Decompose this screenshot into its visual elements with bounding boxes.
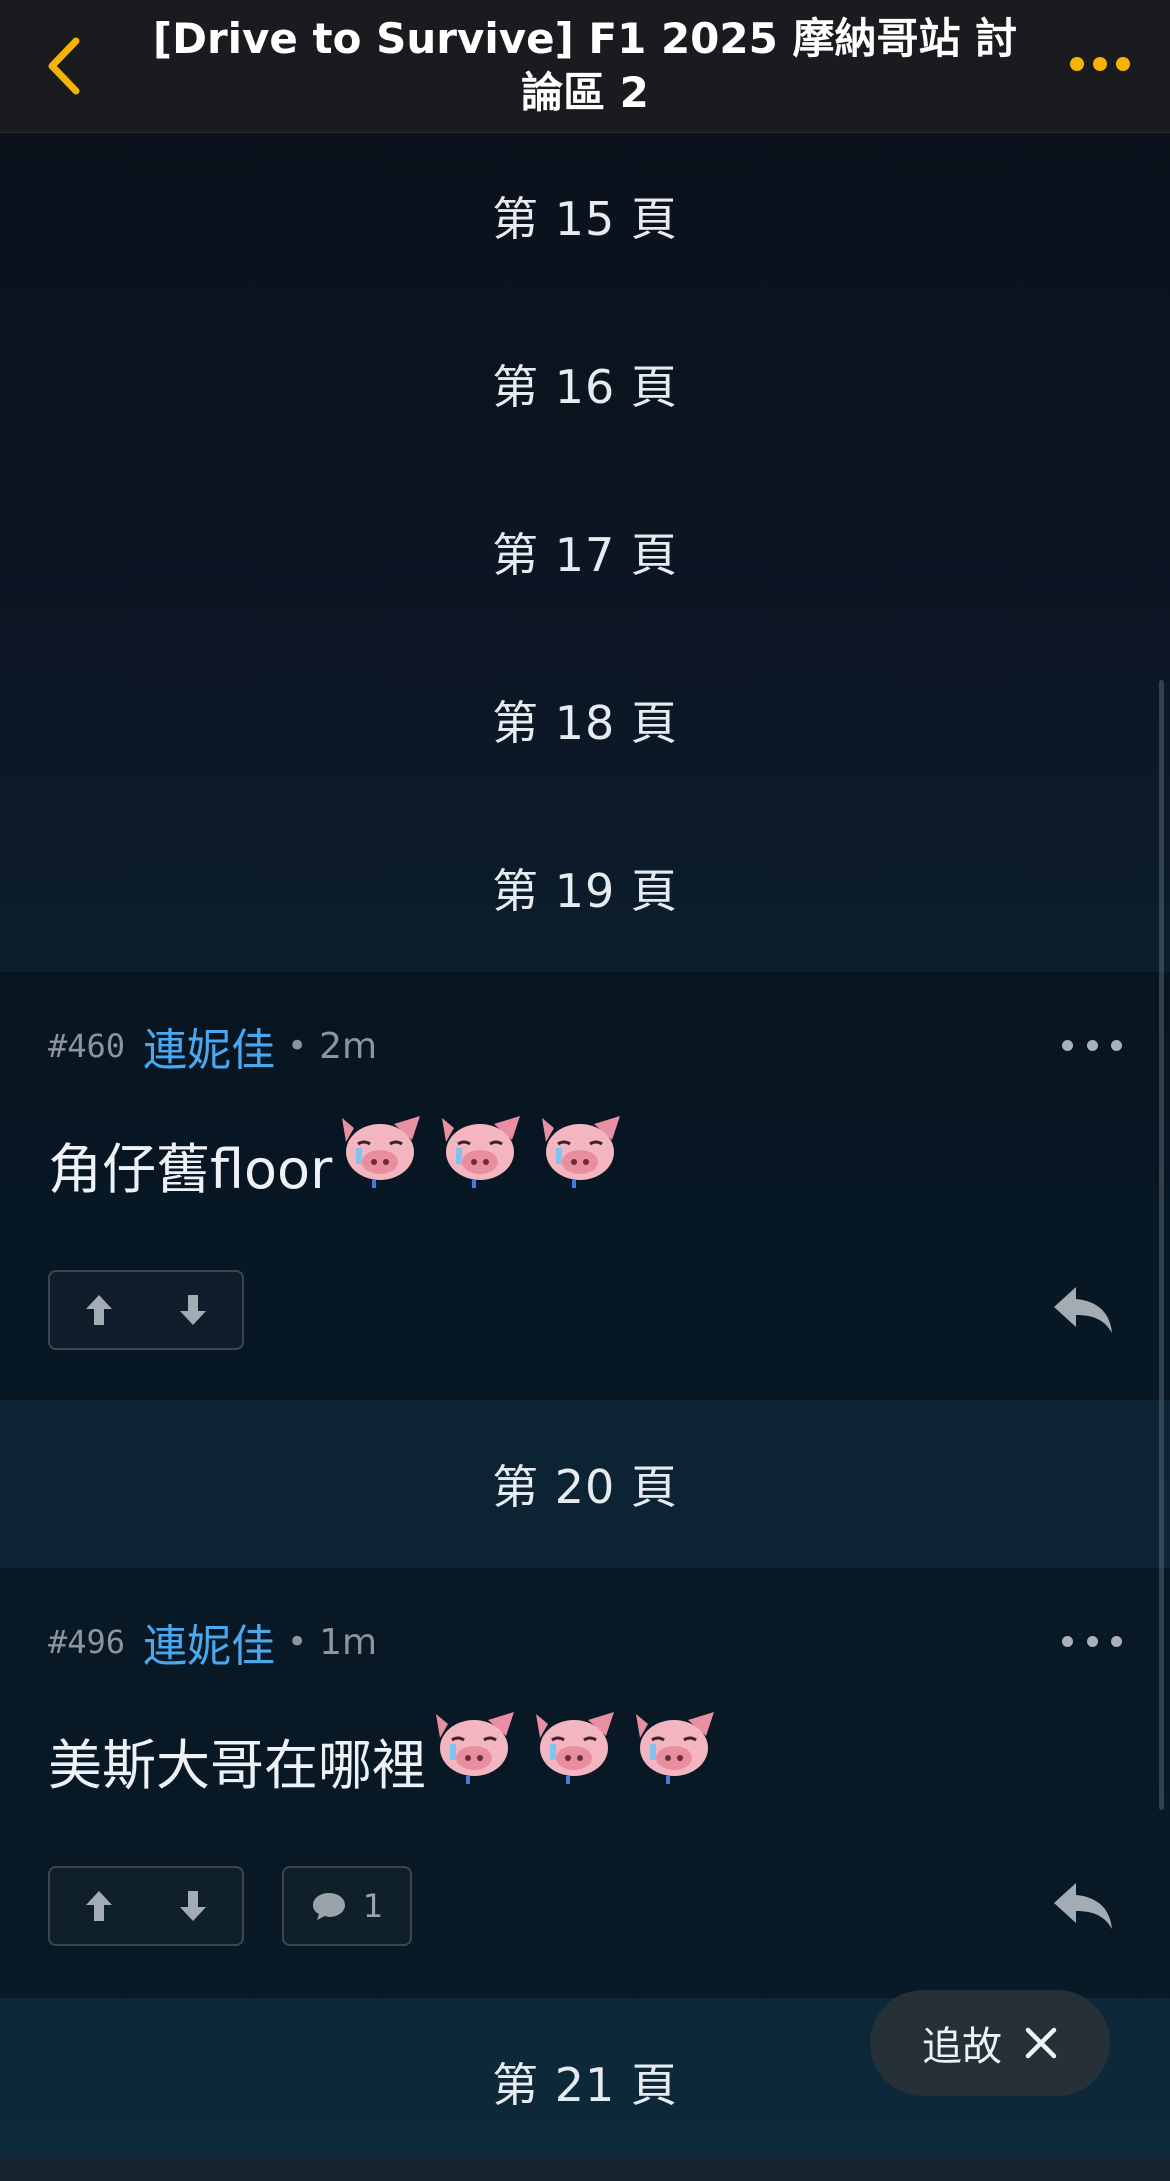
post-content: 角仔舊floor — [48, 1114, 636, 1214]
reply-icon — [1054, 1287, 1112, 1333]
scrollbar[interactable] — [1159, 680, 1164, 1810]
app-header: [Drive to Survive] F1 2025 摩納哥站 討論區 2 — [0, 0, 1170, 133]
crying-pig-emoji — [634, 1710, 716, 1786]
post-time: 2m — [319, 1025, 378, 1067]
page-divider-19[interactable]: 第 19 頁 — [0, 804, 1170, 972]
post-separator: • — [287, 1026, 308, 1066]
follow-chip[interactable]: 追故 — [870, 1990, 1110, 2096]
post-username[interactable]: 連妮佳 — [143, 1014, 275, 1078]
replies-button[interactable]: 1 — [282, 1866, 412, 1946]
page-divider-17[interactable]: 第 17 頁 — [0, 468, 1170, 636]
close-icon[interactable] — [1024, 2026, 1058, 2060]
vote-box — [48, 1270, 244, 1350]
follow-label: 追故 — [922, 2024, 1002, 2070]
post-header: #496 連妮佳 • 1m — [48, 1612, 377, 1672]
downvote-button[interactable] — [144, 1272, 242, 1348]
post-text: 角仔舊floor — [48, 1137, 333, 1201]
post-username[interactable]: 連妮佳 — [143, 1610, 275, 1674]
upvote-button[interactable] — [50, 1272, 148, 1348]
more-horizontal-icon — [1062, 1635, 1073, 1647]
post-more-button[interactable] — [1062, 1028, 1122, 1062]
thread-title: [Drive to Survive] F1 2025 摩納哥站 討論區 2 — [152, 14, 1018, 117]
arrow-up-icon — [86, 1891, 112, 1921]
page-divider-15[interactable]: 第 15 頁 — [0, 132, 1170, 300]
post-content: 美斯大哥在哪裡 — [48, 1710, 730, 1810]
arrow-down-icon — [180, 1891, 206, 1921]
post-more-button[interactable] — [1062, 1624, 1122, 1658]
vote-box — [48, 1866, 244, 1946]
upvote-button[interactable] — [50, 1868, 148, 1944]
bottom-edge — [0, 2158, 1170, 2181]
more-horizontal-icon — [1070, 57, 1084, 71]
reply-button[interactable] — [1048, 1280, 1118, 1340]
post-text: 美斯大哥在哪裡 — [48, 1733, 426, 1797]
arrow-down-icon — [180, 1295, 206, 1325]
post-number: #496 — [48, 1623, 126, 1661]
emoji-row — [430, 1710, 730, 1790]
crying-pig-emoji — [340, 1114, 422, 1190]
arrow-up-icon — [86, 1295, 112, 1325]
emoji-row — [336, 1114, 636, 1194]
post-time: 1m — [319, 1621, 378, 1663]
post-460: #460 連妮佳 • 2m 角仔舊floor — [0, 972, 1170, 1400]
more-horizontal-icon — [1062, 1039, 1073, 1051]
post-number: #460 — [48, 1027, 126, 1065]
post-496: #496 連妮佳 • 1m 美斯大哥在哪裡 1 — [0, 1568, 1170, 1998]
post-header: #460 連妮佳 • 2m — [48, 1016, 377, 1076]
page-divider-20[interactable]: 第 20 頁 — [0, 1400, 1170, 1568]
reply-icon — [1054, 1883, 1112, 1929]
page-divider-16[interactable]: 第 16 頁 — [0, 300, 1170, 468]
crying-pig-emoji — [434, 1710, 516, 1786]
crying-pig-emoji — [534, 1710, 616, 1786]
crying-pig-emoji — [440, 1114, 522, 1190]
comment-icon — [312, 1893, 345, 1920]
downvote-button[interactable] — [144, 1868, 242, 1944]
reply-button[interactable] — [1048, 1876, 1118, 1936]
more-options-button[interactable] — [1060, 36, 1140, 92]
crying-pig-emoji — [540, 1114, 622, 1190]
back-button[interactable] — [34, 28, 94, 104]
reply-count: 1 — [362, 1887, 384, 1925]
page-divider-18[interactable]: 第 18 頁 — [0, 636, 1170, 804]
post-separator: • — [287, 1622, 308, 1662]
chevron-left-icon — [48, 37, 80, 95]
